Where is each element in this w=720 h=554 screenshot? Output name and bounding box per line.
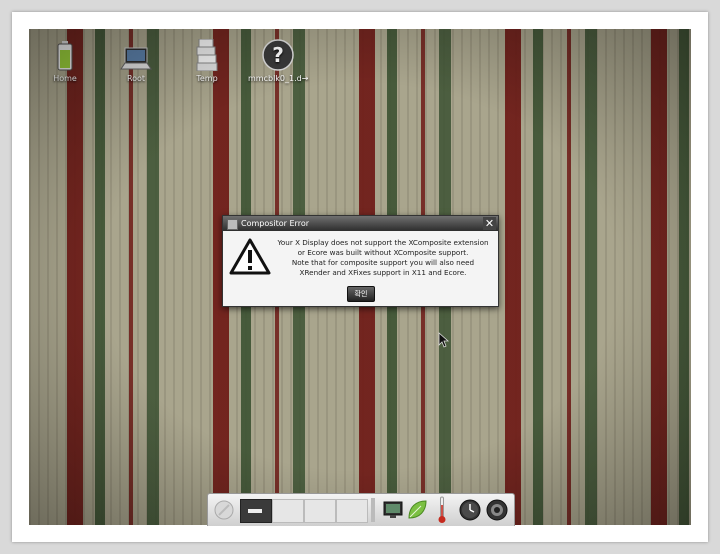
pager-desktop-1[interactable] (240, 499, 272, 523)
desktop-icon-root[interactable]: Root (106, 35, 166, 83)
window-icon (227, 219, 238, 230)
desktop-icon-temp[interactable]: Temp (177, 35, 237, 83)
desktop-icon-mmcblk[interactable]: ? mmcblk0_1.d→ (248, 35, 308, 83)
speaker-icon[interactable] (486, 499, 508, 525)
compositor-error-dialog: Compositor Error ✕ Your X Display does n… (222, 215, 499, 307)
stack-icon (177, 35, 237, 71)
svg-text:?: ? (272, 43, 284, 67)
dialog-title: Compositor Error (241, 219, 309, 228)
warning-icon (229, 238, 271, 280)
battery-icon (35, 35, 95, 71)
laptop-icon (106, 35, 166, 71)
mouse-pointer-icon (438, 332, 450, 352)
thermometer-icon[interactable] (438, 496, 446, 528)
dialog-message: Your X Display does not support the XCom… (273, 238, 493, 278)
display-icon[interactable] (383, 499, 403, 523)
dialog-message-line: XRender and XFixes support in X11 and Ec… (299, 268, 467, 277)
close-icon[interactable]: ✕ (483, 217, 496, 230)
pager-desktop-3[interactable] (304, 499, 336, 523)
desktop-icon-label: mmcblk0_1.d→ (248, 74, 309, 83)
clock-icon[interactable] (459, 499, 481, 525)
pager-desktop-4[interactable] (336, 499, 368, 523)
shelf (207, 493, 515, 526)
dialog-titlebar[interactable]: Compositor Error ✕ (223, 216, 498, 231)
pager-desktop-2[interactable] (272, 499, 304, 523)
question-icon: ? (248, 35, 308, 71)
ok-button[interactable]: 확인 (347, 286, 375, 302)
dialog-message-line: Note that for composite support you will… (291, 258, 475, 267)
dialog-message-line: or Ecore was built without XComposite su… (297, 248, 469, 257)
desktop-icon-label: Root (126, 74, 146, 83)
leaf-icon[interactable] (406, 499, 428, 525)
start-icon[interactable] (213, 499, 235, 525)
desktop-icon-label: Home (53, 74, 77, 83)
shelf-separator (371, 498, 375, 522)
desktop-icon-home[interactable]: Home (35, 35, 95, 83)
desktop-icon-label: Temp (196, 74, 218, 83)
dialog-message-line: Your X Display does not support the XCom… (277, 238, 489, 247)
